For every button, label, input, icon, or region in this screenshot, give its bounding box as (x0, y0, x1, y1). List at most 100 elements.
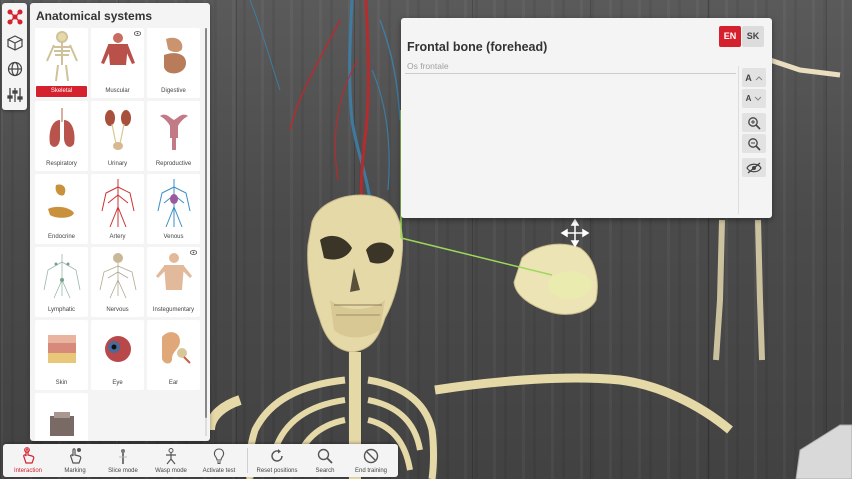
slice-mode-button[interactable]: Slice mode (103, 444, 143, 477)
font-increase-button[interactable]: A (742, 68, 766, 87)
system-label: Nervous (106, 307, 129, 313)
system-label: Artery (109, 234, 126, 240)
digestive-thumbnail-icon (147, 28, 200, 86)
system-muscular[interactable]: Muscular (91, 28, 144, 98)
system-urinary[interactable]: Urinary (91, 101, 144, 171)
system-label: Skeletal (36, 86, 87, 97)
muscle-thumbnail-icon (91, 28, 144, 86)
visibility-eye-icon[interactable] (134, 31, 141, 36)
toolbar-label: Marking (64, 468, 86, 474)
globe-icon (7, 61, 22, 77)
hand-mark-icon (70, 448, 82, 464)
no-entry-icon (363, 448, 379, 464)
structure-name: Frontal bone (forehead) (407, 40, 548, 54)
systems-network-button[interactable] (4, 6, 26, 28)
system-label: Venous (163, 234, 184, 240)
wasp-mode-button[interactable]: Wasp mode (151, 444, 191, 477)
zoom-out-button[interactable] (742, 134, 766, 153)
scrollbar-thumb[interactable] (205, 28, 207, 418)
eye-thumbnail-icon (91, 320, 144, 378)
zoom-in-icon (748, 116, 761, 130)
lungs-thumbnail-icon (35, 101, 88, 159)
lightbulb-icon (213, 448, 225, 464)
toolbar-label: Interaction (13, 468, 43, 474)
system-endocrine[interactable]: Endocrine (35, 174, 88, 244)
toolbar-label: End training (354, 468, 388, 474)
endocrine-thumbnail-icon (35, 174, 88, 232)
chevron-down-icon (755, 96, 762, 101)
activate-test-button[interactable]: Activate test (199, 444, 239, 477)
environment-button[interactable] (4, 58, 26, 80)
system-ear[interactable]: Ear (147, 320, 200, 390)
system-label: Lymphatic (47, 307, 76, 313)
toolbar-label: Reset positions (256, 468, 298, 474)
toolbar-label: Activate test (202, 468, 236, 474)
nervous-thumbnail-icon (91, 247, 144, 305)
toolbar-divider (247, 448, 248, 473)
marking-button[interactable]: Marking (55, 444, 95, 477)
toolbar-label: Wasp mode (155, 468, 187, 474)
system-skin[interactable]: Skin (35, 320, 88, 390)
left-toolbar (2, 3, 27, 110)
toolbar-label: Search (315, 468, 335, 474)
system-lymphatic[interactable]: Lymphatic (35, 247, 88, 317)
system-label: Instegumentary (152, 307, 195, 313)
system-label: Eye (112, 380, 123, 386)
search-button[interactable]: Search (307, 444, 343, 477)
zoom-in-button[interactable] (742, 113, 766, 132)
system-label: Urinary (107, 161, 128, 167)
system-label: Respiratory (46, 161, 77, 167)
venous-thumbnail-icon (147, 174, 200, 232)
bottom-toolbar: Interaction Marking Slice mode Wasp mode… (3, 444, 398, 477)
uterus-thumbnail-icon (147, 101, 200, 159)
settings-button[interactable] (4, 84, 26, 106)
system-integumentary[interactable]: Instegumentary (147, 247, 200, 317)
interaction-button[interactable]: Interaction (7, 444, 49, 477)
skin-layers-thumbnail-icon (35, 320, 88, 378)
system-reproductive[interactable]: Reproductive (147, 101, 200, 171)
info-side-controls: A A (738, 66, 768, 214)
skeleton-thumbnail-icon (35, 28, 88, 86)
anatomical-systems-panel: Anatomical systems Skeletal Muscular Dig… (30, 3, 210, 441)
divider (405, 73, 736, 74)
toolbar-label: Slice mode (108, 468, 138, 474)
model-view-button[interactable] (4, 32, 26, 54)
artery-thumbnail-icon (91, 174, 144, 232)
zoom-out-icon (748, 137, 761, 151)
system-label: Skin (55, 380, 68, 386)
visibility-eye-icon[interactable] (190, 250, 197, 255)
system-skeletal[interactable]: Skeletal (35, 28, 88, 98)
system-respiratory[interactable]: Respiratory (35, 101, 88, 171)
structure-latin-name: Os frontale (407, 61, 449, 71)
system-venous[interactable]: Venous (147, 174, 200, 244)
language-sk-button[interactable]: SK (742, 26, 764, 47)
reset-positions-button[interactable]: Reset positions (253, 444, 301, 477)
system-artery[interactable]: Artery (91, 174, 144, 244)
structure-info-card: Frontal bone (forehead) Os frontale EN S… (401, 18, 772, 218)
font-size-letter: A (745, 94, 752, 103)
hand-pointer-icon (23, 447, 35, 464)
box-thumbnail-icon (35, 393, 88, 441)
system-label: Endocrine (47, 234, 76, 240)
system-nervous[interactable]: Nervous (91, 247, 144, 317)
font-decrease-button[interactable]: A (742, 89, 766, 108)
system-eye[interactable]: Eye (91, 320, 144, 390)
end-training-button[interactable]: End training (349, 444, 393, 477)
sliders-icon (6, 88, 23, 102)
cube-icon (6, 35, 23, 51)
chevron-up-icon (755, 75, 763, 80)
system-label: Muscular (105, 88, 130, 94)
system-label: Digestive (161, 88, 186, 94)
font-size-letter: A (745, 72, 752, 83)
lymphatic-thumbnail-icon (35, 247, 88, 305)
system-additional[interactable] (35, 393, 88, 441)
reset-icon (271, 449, 283, 462)
systems-network-icon (6, 9, 23, 25)
body-thumbnail-icon (147, 247, 200, 305)
hide-structure-button[interactable] (742, 158, 766, 177)
panel-title: Anatomical systems (36, 9, 153, 23)
language-en-button[interactable]: EN (719, 26, 741, 47)
slice-icon (119, 449, 127, 464)
system-digestive[interactable]: Digestive (147, 28, 200, 98)
system-label: Ear (168, 380, 179, 386)
